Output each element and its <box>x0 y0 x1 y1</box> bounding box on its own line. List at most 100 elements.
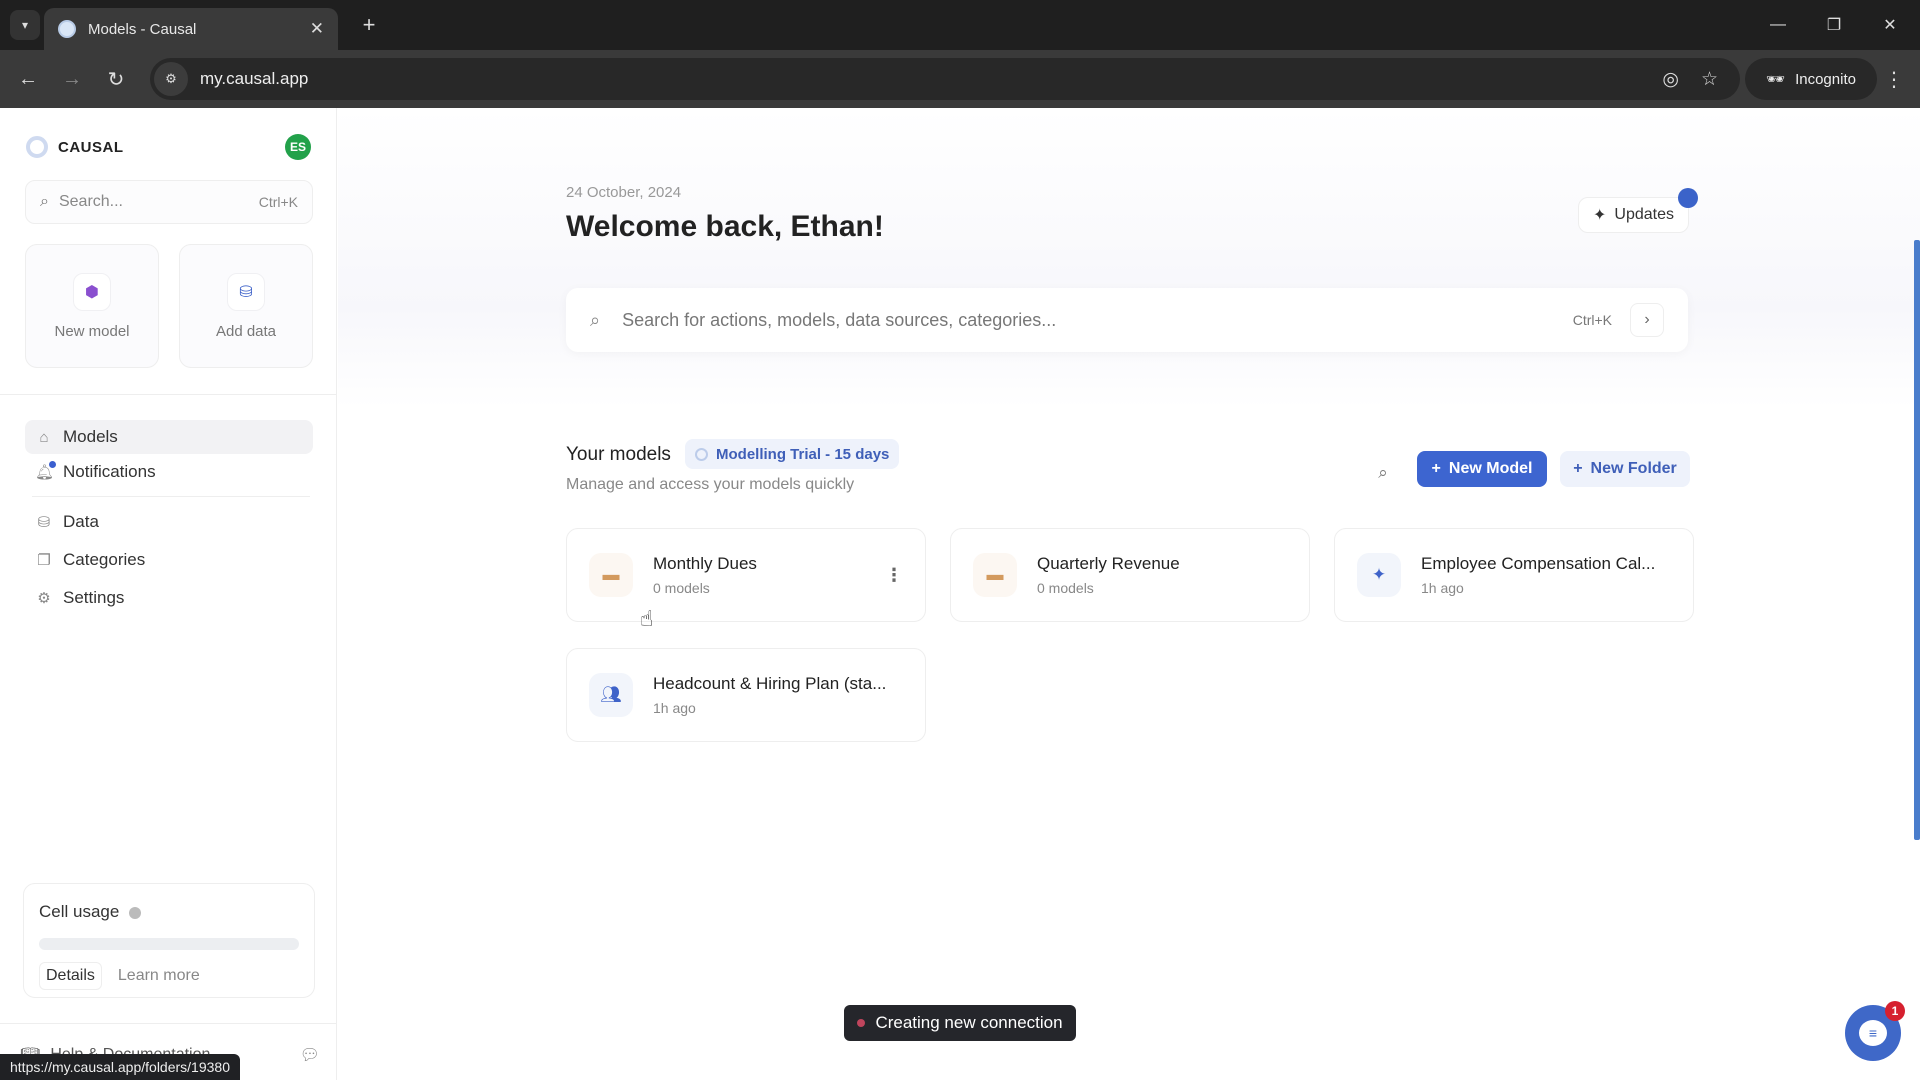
trial-badge[interactable]: Modelling Trial - 15 days <box>685 439 900 469</box>
hand-cursor-icon: ☝ <box>640 606 654 631</box>
section-subtitle: Manage and access your models quickly <box>566 476 855 493</box>
sidebar-item-notifications[interactable]: 🔔︎ Notifications <box>25 455 313 489</box>
sidebar-search-placeholder: Search... <box>58 193 123 210</box>
browser-menu-button[interactable]: ⋮ <box>1880 63 1908 95</box>
command-search-placeholder: Search for actions, models, data sources… <box>622 309 1057 330</box>
reload-button[interactable]: ↻ <box>100 63 132 95</box>
section-title: Your models <box>566 444 671 465</box>
brand[interactable]: CAUSAL <box>26 136 124 158</box>
cell-usage-title: Cell usage <box>39 902 142 922</box>
folder-icon: ▬ <box>973 553 1017 597</box>
connection-toast: Creating new connection <box>844 1005 1076 1041</box>
incognito-badge[interactable]: 🕶 Incognito <box>1745 58 1877 100</box>
chat-unread-badge: 1 <box>1885 1001 1905 1021</box>
sidebar-item-label: Settings <box>63 588 125 607</box>
close-window-button[interactable]: ✕ <box>1862 0 1918 50</box>
model-card[interactable]: ✦ Employee Compensation Cal... 1h ago <box>1334 528 1694 622</box>
minimize-button[interactable]: — <box>1750 0 1806 50</box>
app: CAUSAL ES ⌕ Search... Ctrl+K ⬢ New model… <box>0 108 1920 1080</box>
page-scrollbar[interactable] <box>1914 240 1920 840</box>
sidebar-item-label: Data <box>63 512 99 531</box>
incognito-icon: 🕶 <box>1766 71 1786 88</box>
model-card[interactable]: ▬ Monthly Dues 0 models ⋮ <box>566 528 926 622</box>
browser-tab[interactable]: Models - Causal ✕ <box>44 8 338 50</box>
updates-indicator-dot <box>1678 188 1698 208</box>
details-button[interactable]: Details <box>39 962 102 990</box>
sidebar-item-label: Categories <box>63 550 146 569</box>
search-icon: ⌕ <box>590 309 601 330</box>
card-name: Headcount & Hiring Plan (sta... <box>653 674 887 693</box>
new-tab-button[interactable]: + <box>354 10 384 40</box>
address-bar[interactable]: ⚙ my.causal.app ◎ ☆ <box>150 58 1740 100</box>
chat-bubbles-icon[interactable]: 💬︎ <box>300 1045 320 1065</box>
site-settings-icon[interactable]: ⚙ <box>154 62 188 96</box>
forward-button[interactable]: → <box>56 63 88 95</box>
close-tab-icon[interactable]: ✕ <box>310 19 324 39</box>
toast-text: Creating new connection <box>875 1013 1063 1032</box>
sidebar-bottom-divider <box>0 1023 337 1024</box>
causal-logo-icon <box>26 136 48 158</box>
card-name: Employee Compensation Cal... <box>1421 554 1656 573</box>
avatar[interactable]: ES <box>285 134 311 160</box>
main-content: 24 October, 2024 Welcome back, Ethan! ✦ … <box>338 108 1920 1080</box>
add-data-label: Add data <box>215 322 277 340</box>
more-options-icon[interactable]: ⋮ <box>885 565 903 586</box>
incognito-label: Incognito <box>1795 70 1856 88</box>
info-icon[interactable] <box>129 906 142 919</box>
restore-button[interactable]: ❐ <box>1806 0 1862 50</box>
card-name: Monthly Dues <box>653 554 757 573</box>
sidebar-item-data[interactable]: ⛁ Data <box>25 505 313 539</box>
new-model-quick-button[interactable]: ⬢ New model <box>25 244 159 368</box>
bell-icon: 🔔︎ <box>35 461 56 481</box>
model-card[interactable]: ▬ Quarterly Revenue 0 models <box>950 528 1310 622</box>
sparkle-icon: ✦ <box>1357 553 1401 597</box>
browser-toolbar: ← → ↻ ⚙ my.causal.app ◎ ☆ 🕶 Incognito ⋮ <box>0 50 1920 108</box>
add-data-quick-button[interactable]: ⛁ Add data <box>179 244 313 368</box>
sidebar-item-settings[interactable]: ⚙ Settings <box>25 581 313 615</box>
sidebar-item-categories[interactable]: ❐ Categories <box>25 543 313 577</box>
new-folder-button[interactable]: + New Folder <box>1560 451 1690 487</box>
current-date: 24 October, 2024 <box>566 184 682 201</box>
progress-ring-icon <box>695 447 708 461</box>
favicon-icon <box>58 20 76 38</box>
card-name: Quarterly Revenue <box>1037 554 1180 573</box>
cell-usage-progress <box>39 938 299 950</box>
learn-more-link[interactable]: Learn more <box>118 967 200 985</box>
command-search-shortcut: Ctrl+K <box>1572 312 1612 328</box>
support-chat-button[interactable]: ≡ 1 <box>1845 1001 1905 1061</box>
notification-dot <box>49 461 56 468</box>
command-search[interactable]: ⌕ Search for actions, models, data sourc… <box>566 288 1688 352</box>
back-button[interactable]: ← <box>12 63 44 95</box>
chevron-right-icon[interactable]: › <box>1630 303 1664 337</box>
cell-usage-title-text: Cell usage <box>39 902 120 921</box>
new-model-button-label: New Model <box>1448 460 1533 477</box>
updates-button[interactable]: ✦ Updates <box>1578 188 1698 233</box>
new-folder-button-label: New Folder <box>1590 460 1677 477</box>
people-icon: 👥︎ <box>589 673 633 717</box>
gear-icon: ⚙ <box>37 590 51 607</box>
url-text[interactable]: my.causal.app <box>200 69 1662 89</box>
sparkle-icon: ✦ <box>1593 207 1607 224</box>
new-model-button[interactable]: + New Model <box>1417 451 1547 487</box>
model-card[interactable]: 👥︎ Headcount & Hiring Plan (sta... 1h ag… <box>566 648 926 742</box>
nav-divider <box>32 496 310 497</box>
sidebar-divider <box>0 394 337 395</box>
sidebar-item-label: Notifications <box>63 462 156 481</box>
folder-icon: ▬ <box>589 553 633 597</box>
sidebar-search[interactable]: ⌕ Search... Ctrl+K <box>25 180 313 224</box>
browser-tab-bar: ▾ Models - Causal ✕ + — ❐ ✕ <box>0 0 1920 50</box>
home-icon: ⌂ <box>39 428 49 446</box>
tab-list-button[interactable]: ▾ <box>10 10 40 40</box>
database-icon: ⛁ <box>37 514 51 531</box>
plus-icon: + <box>1431 460 1441 477</box>
plus-icon: + <box>1573 460 1583 477</box>
page-title: Welcome back, Ethan! <box>566 210 884 243</box>
database-icon: ⛁ <box>227 272 265 311</box>
models-search-button[interactable]: ⌕ <box>1368 458 1398 488</box>
eye-off-icon[interactable]: ◎ <box>1662 68 1679 91</box>
sidebar-search-shortcut: Ctrl+K <box>258 194 298 210</box>
card-meta: 1h ago <box>1421 580 1464 596</box>
brand-name: CAUSAL <box>58 138 124 156</box>
star-icon[interactable]: ☆ <box>1701 68 1718 91</box>
sidebar-item-models[interactable]: ⌂ Models <box>25 420 313 454</box>
